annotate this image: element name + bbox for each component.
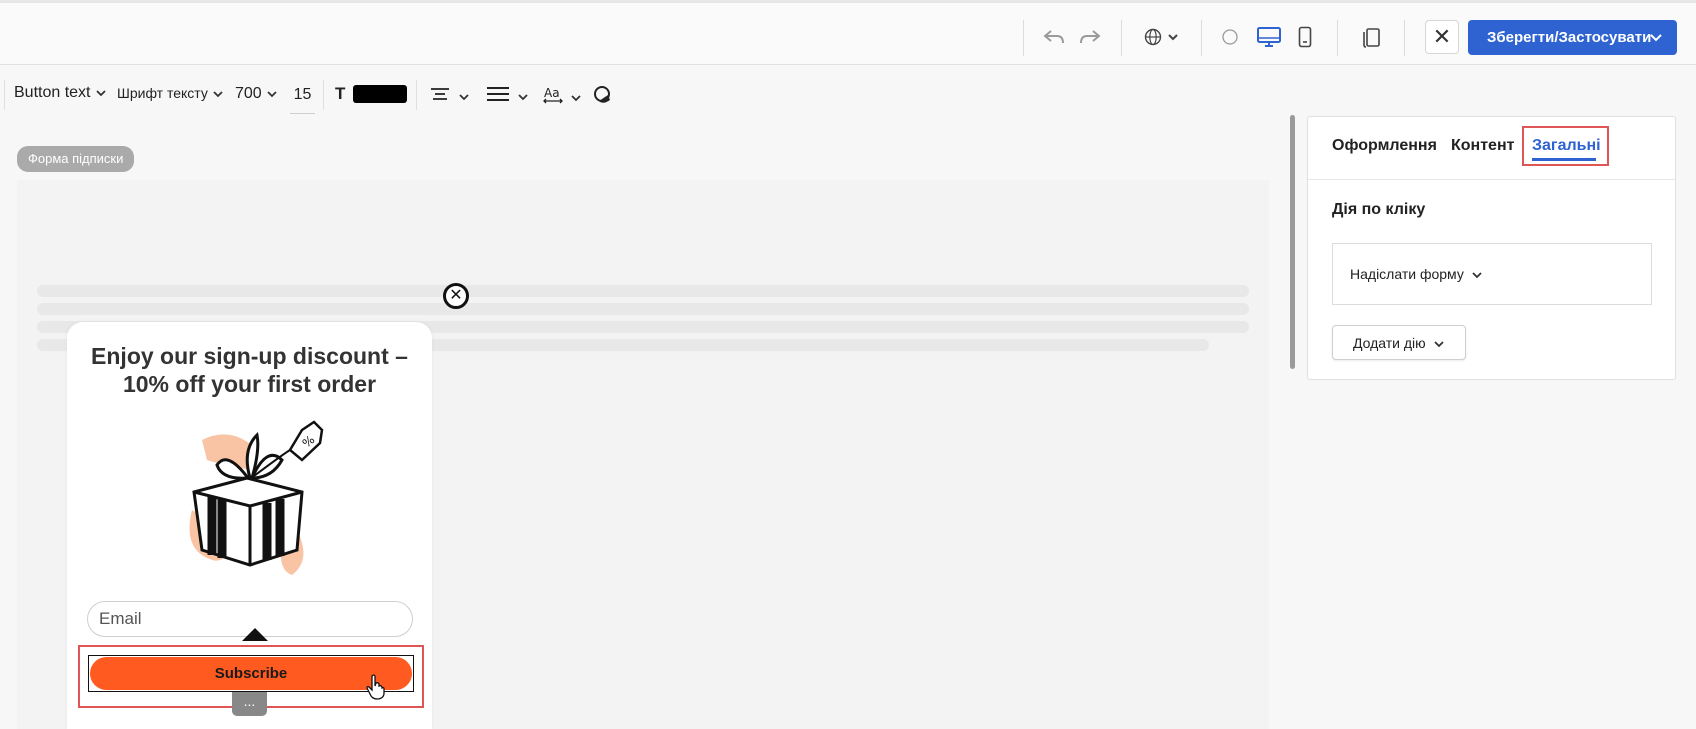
- close-button[interactable]: ✕: [1425, 20, 1459, 54]
- save-apply-button[interactable]: Зберегти/Застосувати: [1468, 20, 1677, 55]
- tab-design[interactable]: Оформлення: [1332, 137, 1437, 155]
- save-button-label: Зберегти/Застосувати: [1487, 29, 1652, 46]
- letter-spacing-icon: Aa: [543, 85, 563, 110]
- toolbar-divider: [4, 80, 5, 110]
- chevron-down-icon: [518, 88, 528, 106]
- letter-spacing-select[interactable]: Aa: [543, 85, 581, 110]
- toolbar-divider: [1404, 20, 1405, 56]
- subscribe-label: Subscribe: [214, 665, 288, 682]
- circle-icon[interactable]: [1216, 23, 1244, 51]
- chevron-down-icon: [213, 85, 223, 101]
- line-spacing-icon: [486, 86, 510, 107]
- gift-icon: %: [172, 410, 347, 580]
- chevron-down-icon: [1168, 33, 1178, 41]
- element-type-select[interactable]: Button text: [14, 84, 106, 102]
- placeholder-line: [37, 285, 1249, 297]
- add-action-label: Додати дію: [1353, 334, 1426, 351]
- panel-tabs: Оформлення Контент Загальні: [1308, 117, 1675, 180]
- mobile-icon[interactable]: [1291, 23, 1319, 51]
- font-weight-label: 700: [235, 85, 262, 102]
- more-options-handle[interactable]: ...: [232, 692, 267, 716]
- chevron-down-icon: [571, 89, 581, 107]
- chevron-down-icon: [95, 84, 106, 102]
- toolbar-divider: [1121, 20, 1122, 56]
- chevron-down-icon: [1472, 266, 1482, 282]
- font-family-select[interactable]: Шрифт тексту: [117, 85, 223, 101]
- placeholder-line: [37, 303, 1249, 315]
- chevron-down-icon: [1650, 29, 1662, 46]
- toolbar-divider: [416, 80, 417, 110]
- chevron-down-icon: [1434, 335, 1444, 351]
- font-family-label: Шрифт тексту: [117, 85, 208, 101]
- redo-icon[interactable]: [1076, 23, 1104, 51]
- click-action-value: Надіслати форму: [1350, 266, 1464, 282]
- click-action-select[interactable]: Надіслати форму: [1332, 243, 1652, 305]
- svg-text:Aa: Aa: [544, 86, 560, 100]
- toolbar-divider: [1337, 20, 1338, 56]
- toolbar-divider: [1023, 20, 1024, 56]
- close-icon: ✕: [1432, 24, 1452, 49]
- globe-icon: [1144, 28, 1162, 46]
- toolbar-divider: [1201, 20, 1202, 56]
- language-selector[interactable]: [1138, 23, 1184, 51]
- font-size-input[interactable]: 15: [290, 77, 315, 114]
- copy-layout-icon[interactable]: [1357, 23, 1385, 51]
- subscribe-button[interactable]: Subscribe: [90, 657, 412, 690]
- chevron-down-icon: [459, 88, 469, 106]
- font-weight-select[interactable]: 700: [235, 85, 277, 103]
- element-type-label: Button text: [14, 84, 91, 101]
- email-placeholder: Email: [99, 609, 142, 628]
- selection-pointer: [242, 628, 268, 641]
- text-color-swatch: [353, 85, 408, 103]
- tab-content[interactable]: Контент: [1451, 137, 1514, 155]
- text-align-select[interactable]: [430, 86, 469, 107]
- text-color-picker[interactable]: T: [335, 84, 408, 104]
- chevron-down-icon: [267, 85, 277, 103]
- vertical-scrollbar[interactable]: [1290, 115, 1295, 369]
- undo-icon[interactable]: [1040, 23, 1068, 51]
- text-shadow-icon[interactable]: [593, 85, 613, 105]
- text-color-label: T: [335, 84, 346, 103]
- top-toolbar: ✕ Зберегти/Застосувати: [0, 0, 1696, 65]
- tab-general-highlight: [1522, 126, 1609, 166]
- desktop-icon[interactable]: [1255, 23, 1283, 51]
- align-center-icon: [430, 86, 450, 107]
- settings-panel: Оформлення Контент Загальні Дія по кліку…: [1307, 116, 1676, 380]
- popup-close-icon[interactable]: ✕: [443, 283, 469, 309]
- add-action-button[interactable]: Додати дію: [1332, 325, 1466, 360]
- click-action-heading: Дія по кліку: [1332, 201, 1426, 218]
- canvas-badge: Форма підписки: [17, 146, 135, 172]
- hand-cursor-icon: [366, 674, 386, 700]
- popup-title: Enjoy our sign-up discount – 10% off you…: [91, 343, 408, 397]
- line-height-select[interactable]: [486, 86, 528, 107]
- toolbar-divider: [323, 80, 324, 110]
